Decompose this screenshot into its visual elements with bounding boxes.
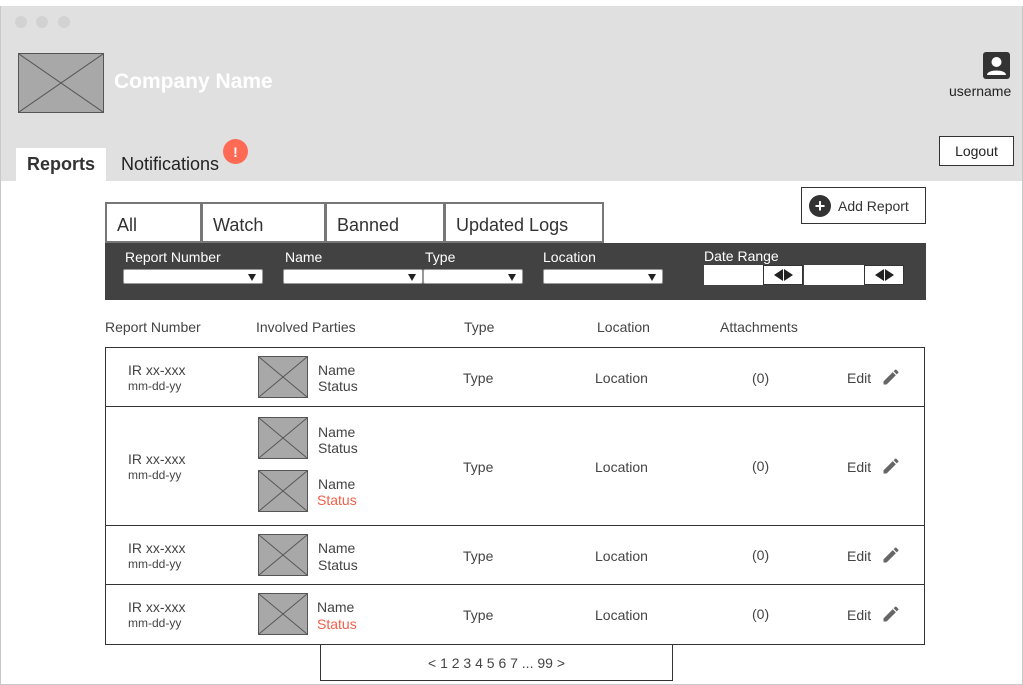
filter-name-label: Name (285, 249, 323, 265)
party-name: Name (318, 476, 356, 492)
filter-type-select[interactable] (423, 269, 523, 284)
company-logo (18, 53, 104, 113)
filter-tab-banned[interactable]: Banned (325, 202, 445, 243)
filter-name-select[interactable] (283, 269, 423, 284)
report-number: IR xx-xxx (128, 540, 186, 556)
tab-reports[interactable]: Reports (16, 148, 106, 181)
chevron-down-icon (248, 274, 256, 281)
pencil-icon[interactable] (881, 604, 901, 624)
table-row[interactable]: IR xx-xxx mm-dd-yy Name Status Type Loca… (105, 584, 925, 645)
filter-tab-updated-logs[interactable]: Updated Logs (444, 202, 604, 243)
user-avatar-icon[interactable] (983, 52, 1010, 79)
arrow-left-icon (773, 269, 783, 281)
report-date: mm-dd-yy (128, 557, 182, 571)
filter-bar: Report Number Name Type Location Date Ra… (105, 243, 926, 300)
arrow-right-icon (783, 269, 793, 281)
header: Company Name username Logout Reports Not… (1, 6, 1022, 181)
report-date: mm-dd-yy (128, 379, 182, 393)
table-row[interactable]: IR xx-xxx mm-dd-yy Name Status Name Stat… (105, 406, 925, 526)
report-date: mm-dd-yy (128, 468, 182, 482)
edit-label[interactable]: Edit (847, 459, 871, 475)
filter-report-number-select[interactable] (123, 269, 263, 284)
party-name: Name (318, 540, 356, 556)
date-range-end-stepper[interactable] (864, 265, 904, 285)
report-location: Location (595, 370, 648, 386)
filter-tab-all[interactable]: All (105, 202, 202, 243)
add-report-label: Add Report (838, 197, 909, 214)
date-range-start-stepper[interactable] (763, 265, 803, 285)
window-dot-close[interactable] (15, 16, 27, 28)
party-photo-placeholder (258, 593, 308, 635)
filter-report-number-label: Report Number (125, 249, 221, 265)
edit-label[interactable]: Edit (847, 548, 871, 564)
report-type: Type (463, 370, 494, 386)
column-header-report-number[interactable]: Report Number (105, 319, 201, 335)
date-range-start-input[interactable] (704, 265, 764, 285)
pencil-icon[interactable] (881, 456, 901, 476)
attachments-count[interactable]: (0) (752, 370, 769, 386)
filter-tab-watch[interactable]: Watch (201, 202, 326, 243)
party-status-alert: Status (317, 492, 357, 508)
add-report-button[interactable]: + Add Report (801, 187, 926, 224)
party-status: Status (318, 440, 358, 456)
window-dot-minimize[interactable] (36, 16, 48, 28)
party-status: Status (318, 378, 358, 394)
report-number: IR xx-xxx (128, 362, 186, 378)
filter-type-label: Type (425, 249, 456, 265)
tab-notifications[interactable]: Notifications (121, 154, 219, 175)
column-header-attachments[interactable]: Attachments (720, 319, 798, 335)
edit-label[interactable]: Edit (847, 607, 871, 623)
report-location: Location (595, 607, 648, 623)
date-range-end-input[interactable] (804, 265, 864, 285)
party-name: Name (318, 362, 356, 378)
chevron-down-icon (648, 274, 656, 281)
report-location: Location (595, 459, 648, 475)
notification-alert-badge: ! (223, 139, 248, 164)
column-header-location[interactable]: Location (597, 319, 650, 335)
pagination[interactable]: < 1 2 3 4 5 6 7 ... 99 > (320, 644, 673, 681)
party-photo-placeholder (258, 417, 308, 459)
column-header-type[interactable]: Type (464, 319, 494, 335)
arrow-left-icon (874, 269, 884, 281)
table-row[interactable]: IR xx-xxx mm-dd-yy Name Status Type Loca… (105, 347, 925, 407)
party-status-alert: Status (317, 616, 357, 632)
attachments-count[interactable]: (0) (752, 606, 769, 622)
chevron-down-icon (508, 274, 516, 281)
filter-location-label: Location (543, 249, 596, 265)
report-type: Type (463, 548, 494, 564)
logout-button[interactable]: Logout (939, 136, 1014, 166)
party-name: Name (317, 599, 355, 615)
report-number: IR xx-xxx (128, 599, 186, 615)
company-name: Company Name (114, 70, 273, 93)
attachments-count[interactable]: (0) (752, 458, 769, 474)
filter-location-select[interactable] (543, 269, 663, 284)
attachments-count[interactable]: (0) (752, 547, 769, 563)
username[interactable]: username (949, 83, 1011, 99)
party-status: Status (318, 557, 358, 573)
report-location: Location (595, 548, 648, 564)
pencil-icon[interactable] (881, 545, 901, 565)
window-dot-maximize[interactable] (58, 16, 70, 28)
party-name: Name (318, 424, 356, 440)
party-photo-placeholder (258, 356, 308, 398)
report-date: mm-dd-yy (128, 616, 182, 630)
app-window: Company Name username Logout Reports Not… (0, 6, 1023, 685)
report-type: Type (463, 607, 494, 623)
plus-circle-icon: + (809, 194, 831, 217)
table-row[interactable]: IR xx-xxx mm-dd-yy Name Status Type Loca… (105, 525, 925, 585)
filter-date-range-label: Date Range (704, 248, 779, 264)
pencil-icon[interactable] (881, 367, 901, 387)
party-photo-placeholder (258, 470, 308, 512)
arrow-right-icon (884, 269, 894, 281)
edit-label[interactable]: Edit (847, 370, 871, 386)
column-header-involved-parties[interactable]: Involved Parties (256, 319, 356, 335)
report-number: IR xx-xxx (128, 451, 186, 467)
chevron-down-icon (408, 274, 416, 281)
party-photo-placeholder (258, 534, 308, 576)
report-type: Type (463, 459, 494, 475)
